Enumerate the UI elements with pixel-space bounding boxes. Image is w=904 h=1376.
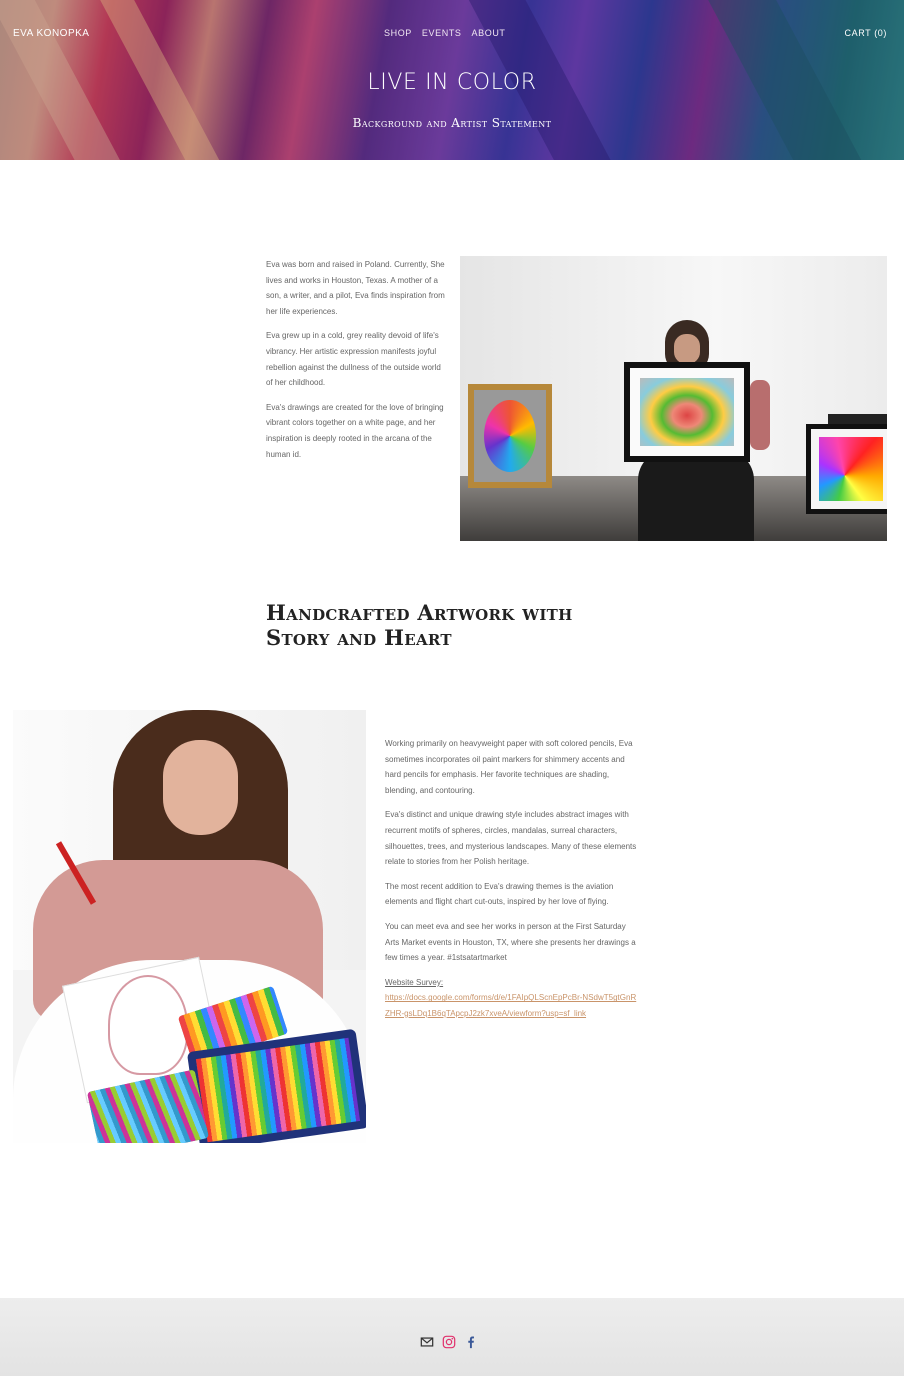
- page-subtitle: Background and Artist Statement: [352, 116, 552, 130]
- intro-text-block: Eva was born and raised in Poland. Curre…: [266, 257, 446, 471]
- page-title: LIVE IN COLOR: [367, 70, 537, 95]
- cart-link[interactable]: CART (0): [845, 28, 887, 38]
- nav-events[interactable]: EVENTS: [422, 28, 462, 38]
- intro-paragraph: Eva grew up in a cold, grey reality devo…: [266, 331, 441, 388]
- site-footer: [0, 1298, 904, 1376]
- facebook-icon[interactable]: [464, 1335, 478, 1349]
- details-paragraph: The most recent addition to Eva's drawin…: [385, 881, 614, 907]
- drawing-swirl: [108, 975, 188, 1075]
- details-paragraph: You can meet eva and see her works in pe…: [385, 921, 636, 963]
- survey-label: Website Survey:: [385, 977, 444, 987]
- mail-icon[interactable]: [420, 1335, 434, 1349]
- details-text-block: Working primarily on heavyweight paper w…: [385, 736, 637, 1022]
- framed-lips-artwork: [624, 362, 750, 462]
- artist-with-artwork-photo: [460, 256, 887, 541]
- details-paragraph: Working primarily on heavyweight paper w…: [385, 739, 633, 795]
- instagram-icon[interactable]: [442, 1335, 456, 1349]
- nav-about[interactable]: ABOUT: [472, 28, 506, 38]
- artist-drawing-photo: [13, 710, 366, 1143]
- social-icons: [420, 1335, 478, 1349]
- main-nav: SHOP EVENTS ABOUT: [384, 28, 506, 38]
- details-paragraph: Eva's distinct and unique drawing style …: [385, 810, 637, 867]
- brand-logo-link[interactable]: EVA KONOPKA: [13, 28, 89, 39]
- artist-face: [163, 740, 238, 835]
- framed-mandala-artwork: [468, 384, 552, 488]
- nav-shop[interactable]: SHOP: [384, 28, 412, 38]
- hero-banner: EVA KONOPKA SHOP EVENTS ABOUT CART (0) L…: [0, 0, 904, 160]
- section-heading: Handcrafted Artwork with Story and Heart: [266, 600, 573, 650]
- survey-link[interactable]: https://docs.google.com/forms/d/e/1FAIpQ…: [385, 990, 637, 1021]
- framed-burst-artwork: [806, 424, 887, 514]
- intro-paragraph: Eva's drawings are created for the love …: [266, 402, 444, 459]
- intro-paragraph: Eva was born and raised in Poland. Curre…: [266, 260, 445, 316]
